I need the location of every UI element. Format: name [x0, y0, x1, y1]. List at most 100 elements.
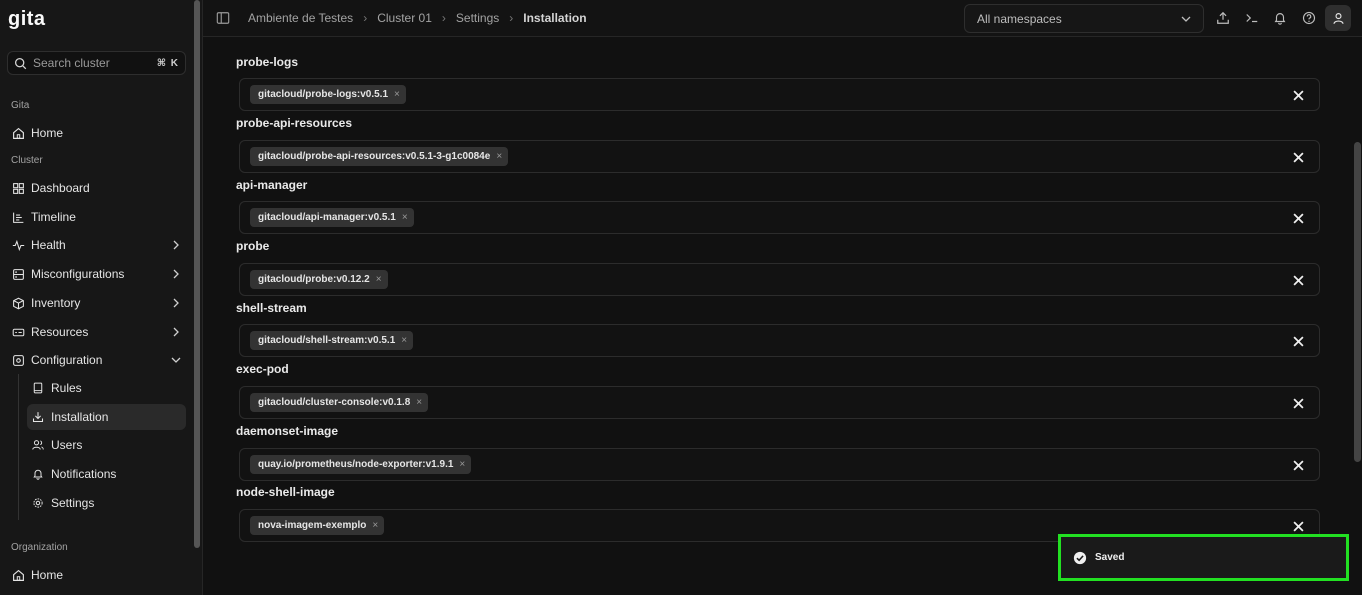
chip-remove-icon[interactable]: × [459, 459, 465, 470]
namespace-select-value: All namespaces [977, 11, 1062, 26]
breadcrumb-environment[interactable]: Ambiente de Testes [248, 11, 353, 25]
upload-icon[interactable] [1215, 10, 1231, 26]
field-probe-logs[interactable]: gitacloud/probe-logs:v0.5.1 × [239, 78, 1320, 111]
field-exec-pod[interactable]: gitacloud/cluster-console:v0.1.8 × [239, 386, 1320, 419]
nav-rules[interactable]: Rules [27, 375, 186, 401]
image-chip: gitacloud/probe-logs:v0.5.1 × [250, 85, 406, 104]
chip-remove-icon[interactable]: × [496, 151, 502, 162]
field-label-daemonset-image: daemonset-image [236, 424, 339, 438]
clear-field-icon[interactable] [1291, 150, 1305, 164]
chip-remove-icon[interactable]: × [401, 335, 407, 346]
chevron-down-icon [1181, 16, 1191, 22]
clear-field-icon[interactable] [1291, 519, 1305, 533]
section-gita: Gita [11, 100, 30, 111]
field-label-shell-stream: shell-stream [236, 301, 307, 315]
nav-notifications[interactable]: Notifications [27, 461, 186, 487]
toggle-sidebar-icon[interactable] [216, 11, 230, 28]
breadcrumb: Ambiente de Testes › Cluster 01 › Settin… [248, 11, 587, 25]
clear-field-icon[interactable] [1291, 273, 1305, 287]
bell-icon [31, 467, 45, 481]
breadcrumb-separator-icon: › [441, 11, 446, 25]
breadcrumb-settings[interactable]: Settings [456, 11, 499, 25]
chip-remove-icon[interactable]: × [402, 212, 408, 223]
nav-settings-label: Settings [51, 496, 95, 510]
image-chip: gitacloud/shell-stream:v0.5.1 × [250, 331, 414, 350]
home-icon [11, 568, 25, 582]
clear-field-icon[interactable] [1291, 88, 1305, 102]
image-chip: gitacloud/api-manager:v0.5.1 × [250, 208, 414, 227]
sidebar-scrollbar[interactable] [194, 0, 200, 548]
nav-misconfigurations[interactable]: Misconfigurations [7, 261, 186, 287]
field-probe[interactable]: gitacloud/probe:v0.12.2 × [239, 263, 1320, 296]
timeline-icon [11, 210, 25, 224]
nav-health[interactable]: Health [7, 232, 186, 258]
chip-remove-icon[interactable]: × [376, 274, 382, 285]
chip-remove-icon[interactable]: × [416, 397, 422, 408]
chevron-right-icon [170, 297, 182, 309]
nav-health-label: Health [31, 238, 66, 252]
nav-dashboard[interactable]: Dashboard [7, 175, 186, 201]
field-label-probe: probe [236, 239, 270, 253]
nav-timeline[interactable]: Timeline [7, 204, 186, 230]
box-icon [11, 296, 25, 310]
config-icon [11, 353, 25, 367]
clear-field-icon[interactable] [1291, 396, 1305, 410]
nav-settings[interactable]: Settings [27, 490, 186, 516]
server-icon [11, 325, 25, 339]
nav-users-label: Users [51, 438, 83, 452]
clear-field-icon[interactable] [1291, 211, 1305, 225]
field-daemonset-image[interactable]: quay.io/prometheus/node-exporter:v1.9.1 × [239, 448, 1320, 481]
breadcrumb-separator-icon: › [509, 11, 514, 25]
nav-rules-label: Rules [51, 381, 82, 395]
top-header: Ambiente de Testes › Cluster 01 › Settin… [203, 0, 1362, 37]
saved-toast: Saved [1058, 534, 1349, 581]
image-chip-label: quay.io/prometheus/node-exporter:v1.9.1 [258, 459, 454, 470]
book-icon [31, 381, 45, 395]
nav-installation-label: Installation [51, 410, 109, 424]
nav-org-home-label: Home [31, 568, 64, 582]
nav-home[interactable]: Home [7, 120, 186, 146]
search-icon [14, 57, 27, 69]
nav-installation[interactable]: Installation [27, 404, 186, 430]
nav-configuration[interactable]: Configuration [7, 347, 186, 373]
app-logo[interactable]: gita [8, 8, 46, 31]
section-cluster: Cluster [11, 155, 43, 166]
field-label-node-shell-image: node-shell-image [236, 485, 335, 499]
image-chip: gitacloud/probe:v0.12.2 × [250, 270, 388, 289]
chip-remove-icon[interactable]: × [372, 520, 378, 531]
breadcrumb-cluster[interactable]: Cluster 01 [377, 11, 432, 25]
nav-timeline-label: Timeline [31, 210, 76, 224]
chevron-down-icon [170, 354, 182, 366]
nav-org-home[interactable]: Home [7, 562, 186, 588]
section-organization: Organization [11, 542, 68, 553]
search-shortcut: ⌘ K [156, 57, 179, 69]
nav-dashboard-label: Dashboard [31, 181, 90, 195]
bell-icon[interactable] [1272, 10, 1288, 26]
field-label-probe-api-resources: probe-api-resources [236, 116, 353, 130]
download-icon [31, 410, 45, 424]
chevron-right-icon [170, 268, 182, 280]
user-avatar[interactable] [1325, 5, 1351, 31]
clear-field-icon[interactable] [1291, 458, 1305, 472]
heartbeat-icon [11, 238, 25, 252]
toast-message: Saved [1095, 552, 1125, 563]
terminal-icon[interactable] [1244, 10, 1260, 26]
chip-remove-icon[interactable]: × [394, 89, 400, 100]
nav-configuration-label: Configuration [31, 353, 103, 367]
field-api-manager[interactable]: gitacloud/api-manager:v0.5.1 × [239, 201, 1320, 234]
field-probe-api-resources[interactable]: gitacloud/probe-api-resources:v0.5.1-3-g… [239, 140, 1320, 173]
clear-field-icon[interactable] [1291, 334, 1305, 348]
main-scrollbar[interactable] [1354, 142, 1361, 462]
breadcrumb-current: Installation [523, 11, 587, 25]
nav-inventory[interactable]: Inventory [7, 290, 186, 316]
nav-users[interactable]: Users [27, 432, 186, 458]
image-chip-label: gitacloud/api-manager:v0.5.1 [258, 212, 396, 223]
namespace-select[interactable]: All namespaces [964, 4, 1204, 33]
home-icon [11, 126, 25, 140]
field-shell-stream[interactable]: gitacloud/shell-stream:v0.5.1 × [239, 324, 1320, 357]
nav-resources[interactable]: Resources [7, 319, 186, 345]
help-icon[interactable] [1301, 10, 1317, 26]
user-icon [1332, 12, 1344, 24]
image-chip-label: gitacloud/cluster-console:v0.1.8 [258, 397, 411, 408]
search-cluster-input[interactable]: Search cluster ⌘ K [7, 51, 186, 75]
